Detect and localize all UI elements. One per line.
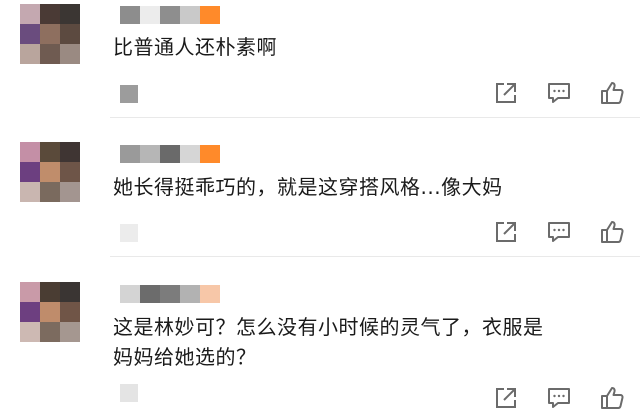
avatar-pixel <box>20 162 40 182</box>
username-pixel <box>160 285 180 303</box>
comment-item: 这是林妙可？怎么没有小时候的灵气了，衣服是 妈妈给她选的？ <box>0 258 640 409</box>
avatar-pixel <box>20 322 40 342</box>
avatar-pixel <box>60 282 80 302</box>
comment-actions <box>493 219 625 245</box>
divider <box>110 256 640 257</box>
comment-text-line: 妈妈给她选的？ <box>113 345 257 369</box>
avatar-pixel <box>40 182 60 202</box>
avatar-pixel <box>20 302 40 322</box>
avatar-pixel <box>60 4 80 24</box>
comment-actions <box>493 80 625 106</box>
avatar-pixel <box>60 142 80 162</box>
comment-item: 比普通人还朴素啊 <box>0 0 640 118</box>
avatar-pixel <box>20 142 40 162</box>
comment-icon[interactable] <box>546 219 572 245</box>
comment-icon[interactable] <box>546 80 572 106</box>
username-pixel <box>180 285 200 303</box>
avatar-pixel <box>20 182 40 202</box>
thumbs-up-icon[interactable] <box>599 219 625 245</box>
username-pixel <box>160 6 180 24</box>
avatar-pixel <box>40 142 60 162</box>
avatar[interactable] <box>20 142 80 202</box>
avatar[interactable] <box>20 4 80 64</box>
username-pixel <box>180 145 200 163</box>
avatar-pixel <box>40 24 60 44</box>
username-pixel <box>200 6 220 24</box>
username-pixel <box>200 285 220 303</box>
username-blurred[interactable] <box>120 145 220 163</box>
username-pixel <box>160 145 180 163</box>
comment-text: 她长得挺乖巧的，就是这穿搭风格...像大妈 <box>113 172 503 202</box>
thumbs-up-icon[interactable] <box>599 80 625 106</box>
avatar-pixel <box>60 24 80 44</box>
username-pixel <box>140 6 160 24</box>
comment-actions <box>493 385 625 411</box>
comment-item: 她长得挺乖巧的，就是这穿搭风格...像大妈 <box>0 118 640 258</box>
comment-text-line: 这是林妙可？怎么没有小时候的灵气了，衣服是 <box>113 315 544 339</box>
avatar-pixel <box>20 282 40 302</box>
avatar-pixel <box>40 162 60 182</box>
avatar-pixel <box>40 282 60 302</box>
username-pixel <box>120 285 140 303</box>
avatar-pixel <box>60 182 80 202</box>
username-pixel <box>120 145 140 163</box>
username-pixel <box>140 145 160 163</box>
share-icon[interactable] <box>493 219 519 245</box>
blurred-meta <box>120 224 138 242</box>
avatar-pixel <box>60 44 80 64</box>
avatar-pixel <box>20 4 40 24</box>
comment-text: 这是林妙可？怎么没有小时候的灵气了，衣服是 妈妈给她选的？ <box>113 312 544 372</box>
avatar-pixel <box>60 162 80 182</box>
username-blurred[interactable] <box>120 285 220 303</box>
username-pixel <box>180 6 200 24</box>
blurred-meta <box>120 384 138 402</box>
comment-meta-blurred <box>120 384 138 402</box>
avatar-pixel <box>40 302 60 322</box>
avatar[interactable] <box>20 282 80 342</box>
comment-text: 比普通人还朴素啊 <box>113 32 277 62</box>
comment-meta-blurred <box>120 224 138 242</box>
comment-text-line: 比普通人还朴素啊 <box>113 35 277 59</box>
thumbs-up-icon[interactable] <box>599 385 625 411</box>
avatar-pixel <box>20 24 40 44</box>
blurred-meta <box>120 85 138 103</box>
share-icon[interactable] <box>493 385 519 411</box>
comment-icon[interactable] <box>546 385 572 411</box>
avatar-pixel <box>40 322 60 342</box>
username-pixel <box>200 145 220 163</box>
avatar-pixel <box>60 302 80 322</box>
username-pixel <box>120 6 140 24</box>
avatar-pixel <box>40 4 60 24</box>
share-icon[interactable] <box>493 80 519 106</box>
username-pixel <box>140 285 160 303</box>
comment-meta-blurred <box>120 85 138 103</box>
avatar-pixel <box>60 322 80 342</box>
comment-text-line: 她长得挺乖巧的，就是这穿搭风格...像大妈 <box>113 175 503 199</box>
avatar-pixel <box>20 44 40 64</box>
avatar-pixel <box>40 44 60 64</box>
username-blurred[interactable] <box>120 6 220 24</box>
